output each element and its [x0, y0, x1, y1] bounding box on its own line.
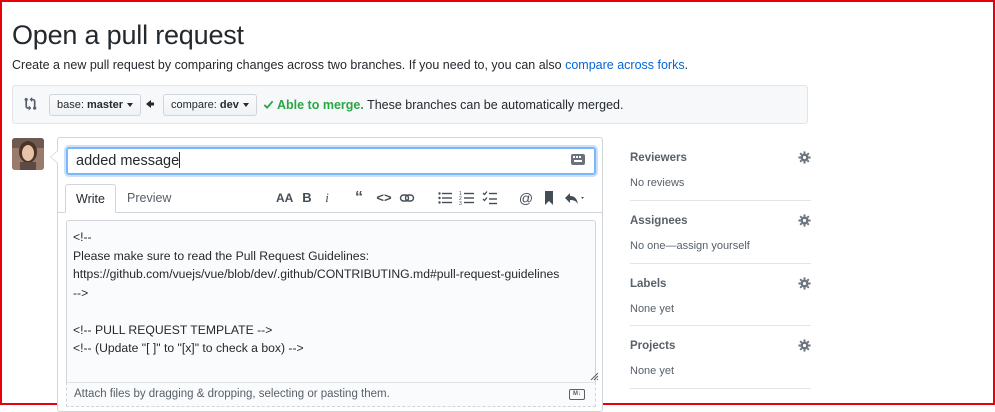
- sidebar-divider: [630, 200, 811, 201]
- saved-replies-icon[interactable]: [570, 152, 586, 168]
- gear-icon[interactable]: [798, 214, 811, 227]
- title-input[interactable]: added message: [66, 147, 596, 175]
- pull-request-editor: added message Write Preview AA B i “ <> …: [50, 137, 603, 412]
- quote-icon[interactable]: “: [351, 190, 367, 206]
- projects-value: None yet: [630, 365, 675, 377]
- italic-icon[interactable]: i: [319, 190, 335, 206]
- sidebar-projects: Projects None yet: [630, 339, 811, 377]
- compare-branch-name: dev: [219, 99, 239, 111]
- tab-preview[interactable]: Preview: [117, 184, 181, 213]
- merge-status-ok: Able to merge.: [277, 98, 364, 112]
- attach-files-text: Attach files by dragging & dropping, sel…: [74, 388, 390, 400]
- assignees-value[interactable]: No one—assign yourself: [630, 240, 811, 252]
- task-list-icon[interactable]: [482, 190, 498, 206]
- numbered-list-icon[interactable]: 123: [459, 190, 475, 206]
- tab-write[interactable]: Write: [65, 184, 116, 213]
- sidebar-reviewers: Reviewers No reviews: [630, 151, 811, 189]
- compare-branch-prefix: compare:: [171, 99, 220, 111]
- git-compare-icon: [24, 97, 37, 111]
- reviewers-label: Reviewers: [630, 152, 687, 164]
- chevron-down-icon: [242, 103, 249, 108]
- base-branch-prefix: base:: [57, 99, 87, 111]
- gear-icon[interactable]: [798, 151, 811, 164]
- page-title: Open a pull request: [12, 20, 244, 50]
- labels-label: Labels: [630, 278, 667, 290]
- page-subtitle: Create a new pull request by comparing c…: [12, 58, 688, 72]
- compare-bar: base: master compare: dev Able to merge.…: [12, 85, 808, 124]
- bulleted-list-icon[interactable]: [437, 190, 453, 206]
- chevron-down-icon: [127, 103, 134, 108]
- mention-icon[interactable]: @: [518, 190, 534, 206]
- bookmark-icon[interactable]: [541, 190, 557, 206]
- compare-across-forks-link[interactable]: compare across forks: [565, 58, 684, 72]
- subtitle-text: Create a new pull request by comparing c…: [12, 58, 566, 72]
- reply-icon[interactable]: [564, 190, 588, 206]
- bold-icon[interactable]: B: [299, 190, 315, 206]
- sidebar-assignees: Assignees No one—assign yourself: [630, 214, 811, 252]
- resize-handle-icon[interactable]: [589, 371, 599, 381]
- body-textarea[interactable]: <!-- Please make sure to read the Pull R…: [66, 220, 596, 382]
- gear-icon[interactable]: [798, 339, 811, 352]
- reviewers-value: No reviews: [630, 177, 685, 189]
- avatar[interactable]: [12, 138, 44, 170]
- text-cursor: [179, 152, 181, 168]
- check-icon: [263, 100, 274, 110]
- text-size-icon[interactable]: AA: [276, 190, 293, 206]
- sidebar-divider: [630, 263, 811, 264]
- sidebar-divider: [630, 325, 811, 326]
- labels-value: None yet: [630, 303, 675, 315]
- avatar-image: [12, 138, 44, 170]
- title-input-value: added message: [76, 153, 180, 169]
- base-branch-select[interactable]: base: master: [49, 94, 142, 116]
- subtitle-end: .: [684, 58, 689, 72]
- link-icon[interactable]: [399, 190, 415, 206]
- compare-branch-select[interactable]: compare: dev: [163, 94, 257, 116]
- projects-label: Projects: [630, 340, 676, 352]
- assignees-label: Assignees: [630, 215, 688, 227]
- sidebar-divider: [630, 388, 811, 389]
- svg-text:3: 3: [459, 201, 462, 206]
- arrow-left-icon: [146, 100, 154, 108]
- merge-status: Able to merge. These branches can be aut…: [263, 98, 623, 112]
- code-icon[interactable]: <>: [376, 190, 392, 206]
- gear-icon[interactable]: [798, 277, 811, 290]
- base-branch-name: master: [86, 99, 124, 111]
- attach-files-bar[interactable]: Attach files by dragging & dropping, sel…: [66, 382, 596, 407]
- sidebar-labels: Labels None yet: [630, 277, 811, 315]
- markdown-icon: M↓: [569, 389, 585, 400]
- merge-status-text: These branches can be automatically merg…: [363, 98, 624, 112]
